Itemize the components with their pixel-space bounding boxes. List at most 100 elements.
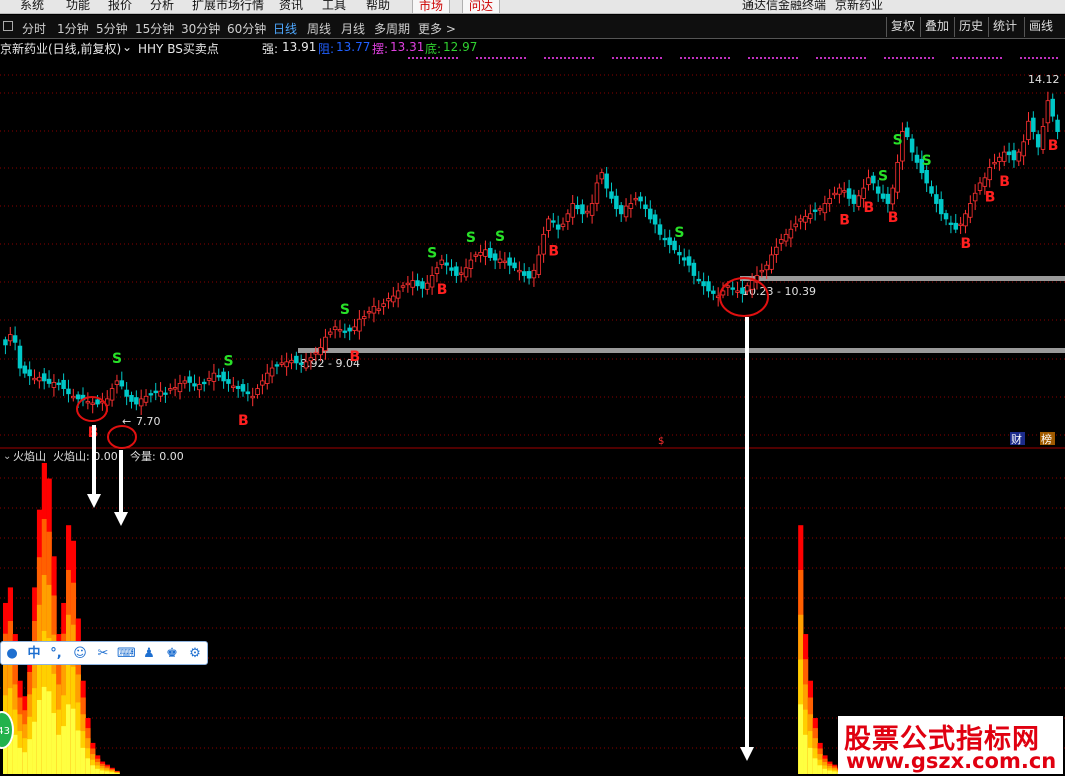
candle-body — [405, 282, 411, 286]
candle-body — [153, 390, 158, 394]
flame-bar — [75, 730, 81, 774]
candle-body — [71, 395, 76, 399]
marker-dot — [832, 57, 834, 59]
candle-body — [788, 228, 794, 239]
marker-dot — [496, 57, 498, 59]
flame-bar — [22, 752, 28, 774]
marker-dot — [1036, 57, 1038, 59]
marker-dot — [628, 57, 630, 59]
candle-body — [599, 172, 605, 180]
marker-dot — [684, 57, 686, 59]
shirt-icon[interactable]: ♚ — [163, 645, 181, 663]
candle-body — [841, 190, 847, 193]
candle-body — [8, 334, 13, 342]
keyboard-icon[interactable]: ⌨ — [117, 645, 136, 663]
support-zone-bar-1 — [740, 276, 1065, 281]
marker-dot — [1028, 57, 1030, 59]
flame-bar — [70, 708, 77, 774]
marker-dot — [624, 57, 626, 59]
marker-dot — [712, 57, 714, 59]
marker-dot — [484, 57, 486, 59]
marker-dot — [972, 57, 974, 59]
candle-body — [924, 170, 929, 184]
candle-body — [861, 187, 866, 199]
candle-body — [488, 247, 493, 258]
candle-body — [66, 388, 71, 395]
marker-dot — [476, 57, 478, 59]
flame-bar — [822, 768, 828, 774]
flame-bar — [32, 721, 38, 774]
candle-body — [672, 240, 677, 251]
candle-body — [827, 197, 832, 205]
candle-body — [963, 213, 968, 227]
candle-body — [832, 192, 837, 196]
candle-body — [968, 203, 973, 218]
marker-dot — [640, 57, 642, 59]
candle-body — [735, 290, 740, 293]
candle-body — [361, 316, 367, 320]
candle-body — [982, 177, 988, 187]
candle-body — [134, 397, 139, 405]
buy-signal-1: B — [238, 413, 249, 429]
candle-body — [347, 327, 352, 332]
marker-dot — [780, 57, 782, 59]
flame-bar — [36, 699, 43, 774]
candle-body — [575, 204, 580, 210]
candle-body — [546, 218, 551, 231]
candle-body — [12, 335, 18, 343]
chinese-input-button[interactable]: 中 — [25, 645, 43, 663]
marker-dot — [704, 57, 706, 59]
marker-dot — [544, 57, 546, 59]
candle-body — [609, 191, 614, 199]
gear-icon[interactable]: ⚙ — [186, 645, 204, 663]
buy-signal-8: B — [960, 236, 971, 252]
candle-body — [706, 281, 711, 292]
candle-body — [502, 260, 508, 263]
marker-dot — [548, 57, 550, 59]
marker-dot — [612, 57, 614, 59]
marker-dot — [408, 57, 410, 59]
candle-body — [657, 224, 663, 235]
candle-body — [837, 187, 842, 195]
marker-dot — [720, 57, 722, 59]
marker-dot — [1044, 57, 1046, 59]
marker-dot — [508, 57, 510, 59]
user-icon[interactable]: ● — [3, 645, 21, 663]
candle-body — [691, 262, 697, 276]
candle-body — [633, 197, 638, 201]
candle-body — [221, 371, 226, 382]
candle-body — [172, 387, 178, 390]
candle-body — [168, 388, 173, 391]
candle-body — [701, 281, 706, 287]
candle-body — [231, 385, 236, 388]
candle-body — [235, 385, 241, 389]
candle-body — [458, 272, 464, 275]
marker-dot — [480, 57, 482, 59]
candle-body — [197, 384, 202, 391]
punctuation-icon[interactable]: °, — [47, 645, 65, 663]
marker-dot — [892, 57, 894, 59]
person-icon[interactable]: ♟ — [140, 645, 158, 663]
high-price-label: 14.12 — [1028, 73, 1060, 86]
flame-bar — [27, 739, 33, 774]
marker-dot — [952, 57, 954, 59]
marker-dot — [752, 57, 754, 59]
candle-body — [3, 339, 8, 346]
candle-body — [992, 161, 997, 165]
marker-dot — [692, 57, 694, 59]
marker-dot — [632, 57, 634, 59]
marker-dot — [844, 57, 846, 59]
candle-body — [352, 326, 357, 331]
candle-body — [371, 305, 377, 314]
marker-dot — [1048, 57, 1050, 59]
flame-bar — [66, 704, 72, 774]
candle-body — [934, 194, 939, 204]
candle-body — [774, 246, 779, 255]
flame-bar — [12, 734, 18, 774]
scissors-icon[interactable]: ✂ — [94, 645, 112, 663]
buy-signal-5: B — [839, 213, 850, 229]
marker-dot — [568, 57, 570, 59]
emoji-icon[interactable]: ☺ — [71, 645, 89, 663]
sell-signal-3: S — [427, 245, 437, 261]
candle-body — [279, 362, 285, 365]
